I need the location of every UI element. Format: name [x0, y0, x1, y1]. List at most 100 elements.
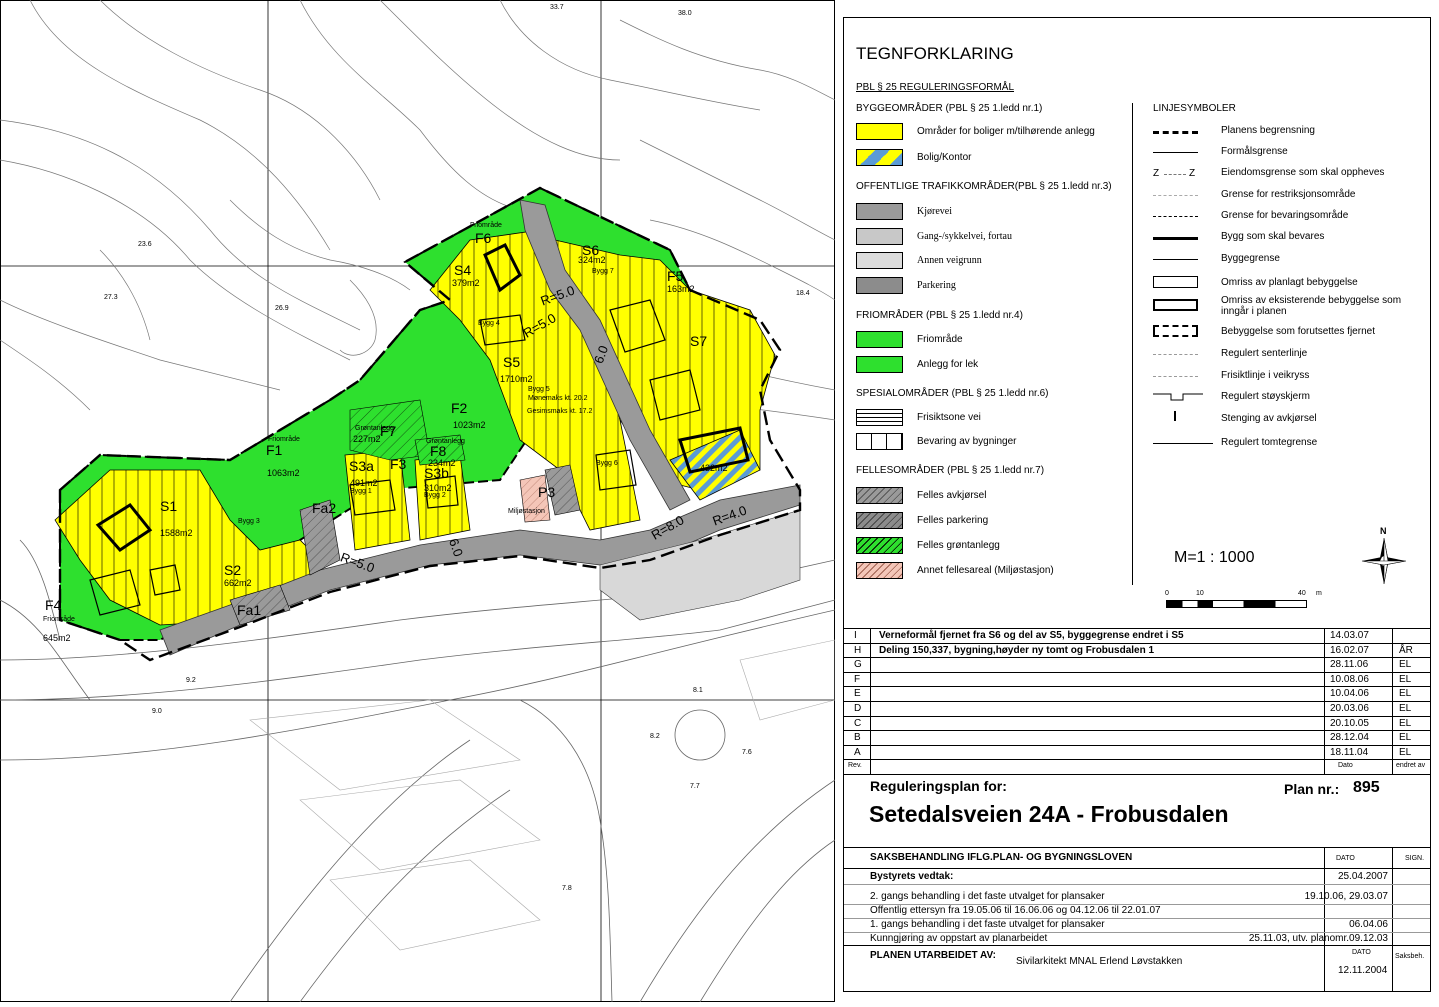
- area-label-f3: F3: [390, 456, 407, 472]
- saks-row-date: 06.04.06: [1349, 919, 1388, 930]
- area-size: 227m2: [353, 434, 381, 444]
- legend-item-label: Annen veigrunn: [917, 255, 982, 266]
- area-label-fa2: Fa2: [312, 500, 337, 516]
- line-label: Bebyggelse som forutsettes fjernet: [1221, 326, 1375, 337]
- legend-item-label: Friområde: [917, 334, 963, 345]
- legend-swatch-lek: [856, 356, 903, 373]
- saks-row-date: 25.04.2007: [1337, 871, 1388, 882]
- revision-sign: ÅR: [1399, 644, 1413, 656]
- utarbeidet-dato: 12.11.2004: [1338, 965, 1388, 976]
- saks-row-text: 1. gangs behandling i det faste utvalget…: [870, 919, 1105, 930]
- spot-height: 7.8: [562, 885, 572, 892]
- legend-line-header: LINJESYMBOLER: [1153, 103, 1236, 114]
- area-size: 1588m2: [160, 528, 193, 538]
- spot-height: 9.0: [152, 708, 162, 715]
- legend-section-main: PBL § 25 REGULERINGSFORMÅL: [856, 82, 1015, 93]
- area-label-fa1: Fa1: [237, 602, 262, 618]
- line-symbol-senterlinje: [1153, 354, 1198, 355]
- spot-height: 26.9: [275, 305, 289, 312]
- line-label: Byggegrense: [1221, 253, 1280, 264]
- revision-id: I: [854, 630, 857, 641]
- line-label: Omriss av planlagt bebyggelse: [1221, 277, 1358, 288]
- line-symbol-planlagt: [1153, 276, 1198, 288]
- revision-date: 28.12.04: [1330, 732, 1369, 744]
- scale-tick: 40: [1298, 590, 1306, 597]
- revision-id: D: [854, 703, 862, 714]
- area-label-f6: F6: [475, 230, 492, 246]
- map-note: Bygg 7: [592, 268, 614, 275]
- utarbeidet-sign-label: Saksbeh.: [1395, 953, 1425, 960]
- legend-felles-header: FELLESOMRÅDER (PBL § 25 1.ledd nr.7): [856, 465, 1045, 476]
- area-size: 645m2: [43, 633, 71, 643]
- area-label-f4: F4: [45, 597, 62, 613]
- legend-swatch-bolig-kontor: [856, 149, 903, 166]
- revision-footer-label: Dato: [1338, 762, 1353, 770]
- saks-dato-label: DATO: [1336, 855, 1355, 862]
- legend-item-label: Parkering: [917, 280, 956, 291]
- saks-row-text: Offentlig ettersyn fra 19.05.06 til 16.0…: [870, 905, 1161, 916]
- z-symbol: Z: [1189, 168, 1196, 179]
- line-label: Eiendomsgrense som skal oppheves: [1221, 167, 1385, 178]
- area-size: 1063m2: [267, 468, 300, 478]
- legend-item-label: Bolig/Kontor: [917, 152, 972, 163]
- revision-sign: EL: [1399, 659, 1412, 671]
- legend-title: TEGNFORKLARING: [856, 44, 1014, 63]
- area-size: 379m2: [452, 278, 480, 288]
- legend-swatch-friomrade: [856, 331, 903, 348]
- legend-item-label: Annet fellesareal (Miljøstasjon): [917, 565, 1054, 576]
- legend-swatch-frisikt: [856, 409, 903, 426]
- legend-spesial-header: SPESIALOMRÅDER (PBL § 25 1.ledd nr.6): [856, 388, 1049, 399]
- line-label: Grense for bevaringsområde: [1221, 210, 1349, 221]
- line-symbol-restriksjon: [1153, 195, 1198, 196]
- map-note: Friområde: [43, 616, 75, 623]
- map-note: Friområde: [268, 436, 300, 443]
- revision-sign: EL: [1399, 673, 1412, 685]
- area-size: 324m2: [578, 255, 606, 265]
- saks-row-date: 19.10.06, 29.03.07: [1304, 891, 1388, 902]
- spot-height: 18.4: [796, 290, 810, 297]
- line-label: Planens begrensning: [1221, 125, 1315, 136]
- line-symbol-bygg-bevares: [1153, 237, 1198, 240]
- line-symbol-stenging: [1174, 411, 1176, 421]
- revision-id: G: [854, 659, 862, 671]
- revision-sign: EL: [1399, 717, 1412, 729]
- legend-item-label: Felles grøntanlegg: [917, 540, 1000, 551]
- map-note: Grøntanlegg: [355, 425, 394, 432]
- legend-swatch-felles-parkering: [856, 512, 903, 529]
- revision-date: 10.08.06: [1330, 673, 1369, 685]
- area-label-s5: S5: [503, 354, 521, 370]
- legend-swatch-bevaring: [856, 433, 903, 450]
- line-label: Regulert senterlinje: [1221, 348, 1308, 359]
- area-label-f2: F2: [451, 400, 468, 416]
- legend-swatch-felles-gront: [856, 537, 903, 554]
- revision-sign: EL: [1399, 703, 1412, 714]
- line-label: Regulert støyskjerm: [1221, 391, 1310, 402]
- revision-id: C: [854, 717, 862, 729]
- regulation-map[interactable]: F1 F2 F4 F5 F6 F7 F8 F3 S1 S2 S3a S3b S4…: [0, 0, 836, 1003]
- revision-sign: EL: [1399, 732, 1412, 744]
- plan-subtitle: Reguleringsplan for:: [870, 778, 1007, 794]
- legend-swatch-annen-veigrunn: [856, 252, 903, 269]
- map-note: Miljøstasjon: [508, 508, 545, 515]
- north-arrow-icon: [1361, 537, 1407, 585]
- revision-footer-label: endret av: [1396, 762, 1426, 770]
- area-size: 1023m2: [453, 420, 486, 430]
- area-label-f8: F8: [430, 443, 447, 459]
- spot-height: 7.6: [742, 749, 752, 756]
- map-canvas[interactable]: [0, 0, 836, 1003]
- revision-date: 28.11.06: [1330, 659, 1369, 671]
- legend-item-label: Felles avkjørsel: [917, 490, 987, 501]
- utarbeidet-dato-label: DATO: [1352, 949, 1371, 956]
- map-note: Gesimsmaks kt. 17.2: [527, 408, 593, 415]
- legend-item-label: Felles parkering: [917, 515, 989, 526]
- area-size: 163m2: [667, 284, 695, 294]
- line-symbol-stoyskjerm: [1153, 393, 1203, 401]
- north-label: N: [1380, 526, 1387, 536]
- area-label-f5: F5: [667, 268, 684, 284]
- legend-item-label: Gang-/sykkelvei, fortau: [917, 231, 1012, 242]
- spot-height: 27.3: [104, 294, 118, 301]
- line-label: Regulert tomtegrense: [1221, 437, 1318, 448]
- utarbeidet-label: PLANEN UTARBEIDET AV:: [870, 950, 996, 961]
- map-note: Bygg 4: [478, 320, 500, 327]
- legend-swatch-parkering: [856, 277, 903, 294]
